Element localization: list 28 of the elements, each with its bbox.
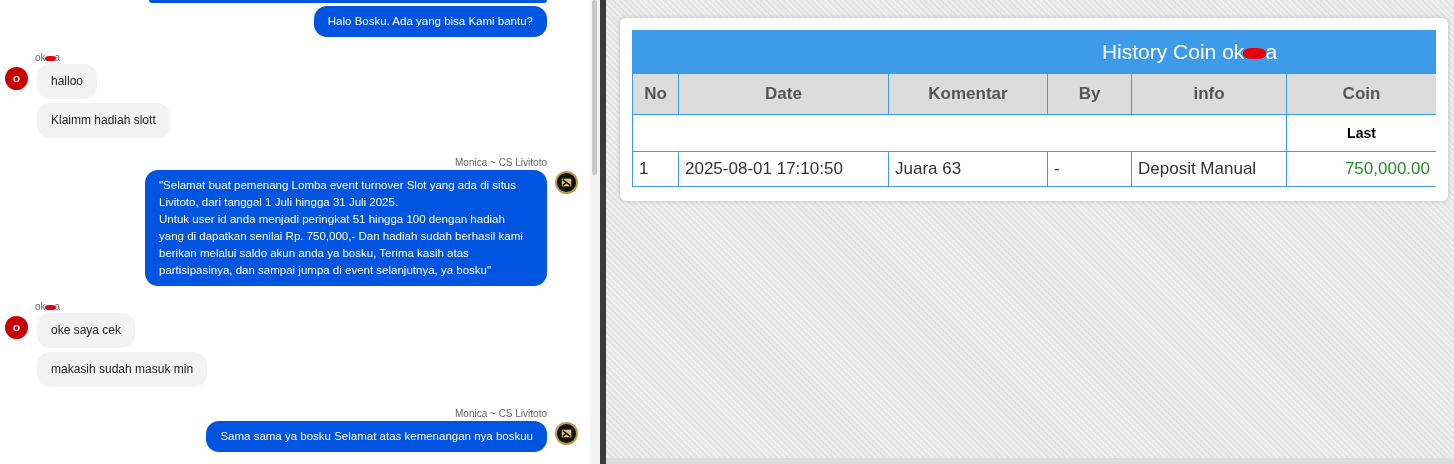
table-cell: 2025-08-01 17:10:50 (678, 151, 889, 187)
sender-name: a (54, 301, 61, 312)
column-header: By (1047, 73, 1132, 115)
message-bubble: "Selamat buat pemenang Lomba event turnover Slot yang ada di situs Livitoto, dari tanggal 1 Juli hingga 31 Juli 2025. Untuk user id anda menjadi peringkat 51 hingga 100 dengan hadiah yang di dapatkan senilai Rp. 750,000,- Dan hadiah sudah berhasil kami berikan melalui saldo akun anda ya bosku, Terima kasih atas partisipasinya, dan sampai jumpa di event selanjutnya, ya bosku" (145, 170, 547, 286)
column-header: No (632, 73, 679, 115)
column-header: Coin (1286, 73, 1436, 115)
table-cell: Deposit Manual (1131, 151, 1287, 187)
sender-name: ok (35, 52, 46, 63)
user-avatar: O (5, 316, 28, 339)
sender-name: Monica ~ CS Livitoto (455, 407, 547, 420)
column-header: info (1131, 73, 1287, 115)
column-header: Komentar (888, 73, 1048, 115)
sender-name: a (54, 52, 61, 63)
table-cell: 1 (632, 151, 679, 187)
table-cell: - (1047, 151, 1132, 187)
user-avatar: O (5, 67, 28, 90)
column-header: Date (678, 73, 889, 115)
message-bubble: makasih sudah masuk min (37, 352, 208, 387)
message-bubble: oke saya cek (37, 313, 136, 348)
message-bubble: Sama sama ya bosku Selamat atas kemenangan nya boskuu (206, 421, 547, 452)
message-bubble: halloo (37, 64, 98, 99)
scrollbar[interactable] (590, 0, 600, 464)
table-cell: Juara 63 (888, 151, 1048, 187)
sender-name: ok (35, 301, 46, 312)
table-title: History Coin ok a (632, 30, 1436, 74)
message-bubble: Klaimm hadiah slott (37, 103, 170, 138)
message-bubble: Halo Bosku. Ada yang bisa Kami bantu? (313, 6, 547, 37)
sender-name: Monica ~ CS Livitoto (455, 156, 547, 169)
